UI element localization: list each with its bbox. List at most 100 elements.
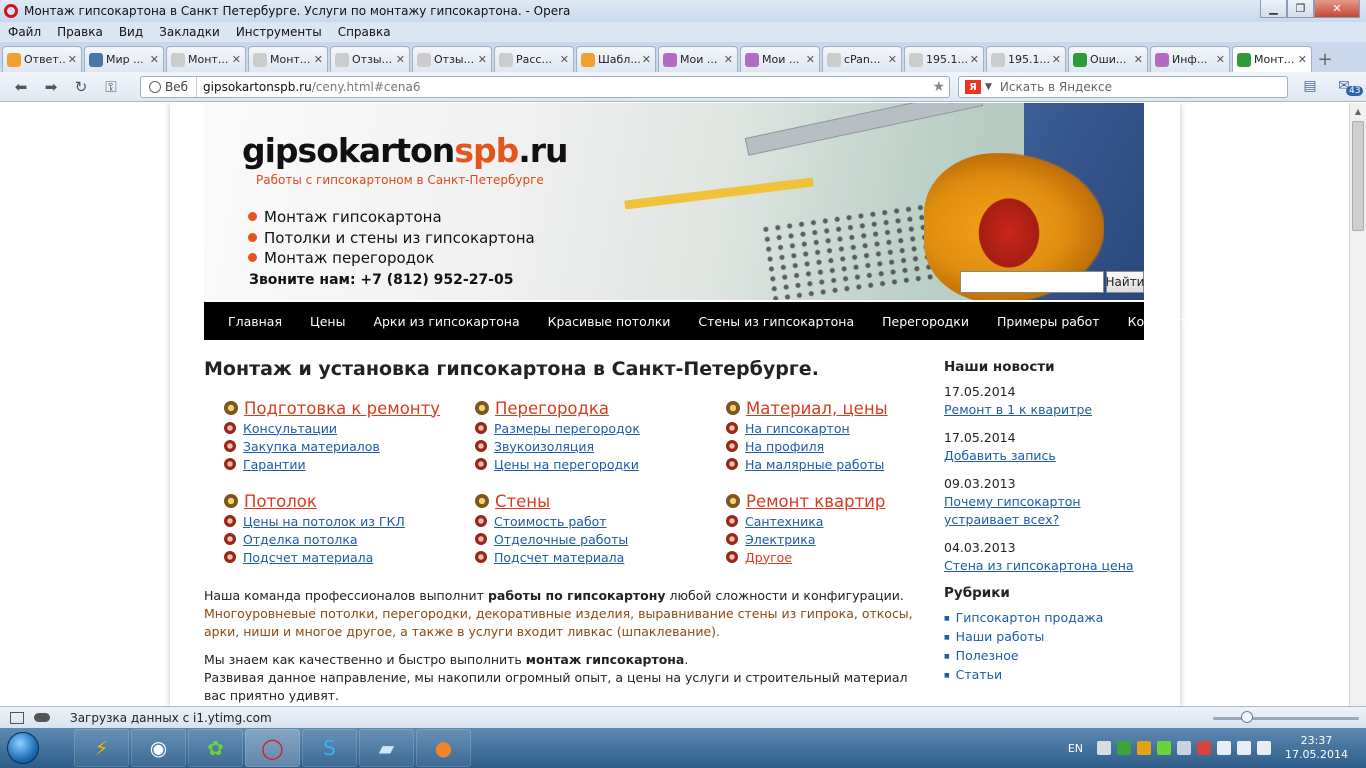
link-group-title[interactable]: Перегородка [475, 399, 715, 418]
site-logo[interactable]: gipsokartonspb.ru [242, 131, 569, 170]
browser-tab[interactable]: 195.1... ✕ [986, 46, 1066, 72]
firefox-icon[interactable]: ● [416, 729, 471, 767]
browser-tab[interactable]: 195.1... ✕ [904, 46, 984, 72]
rubric-link[interactable]: Полезное [944, 647, 1154, 666]
news-link[interactable]: Добавить запись [944, 447, 1154, 465]
tab-close-icon[interactable]: ✕ [396, 53, 405, 66]
network-icon[interactable] [1217, 741, 1232, 755]
nav-prices[interactable]: Цены [310, 314, 345, 329]
link-group-item[interactable]: Цены на потолок из ГКЛ [224, 512, 464, 530]
link-group-item[interactable]: Цены на перегородки [475, 455, 715, 473]
browser-tab[interactable]: Мир ... ✕ [84, 46, 164, 72]
nav-examples[interactable]: Примеры работ [997, 314, 1100, 329]
icq-icon[interactable]: ✿ [188, 729, 243, 767]
scrollbar-thumb[interactable] [1352, 121, 1364, 231]
menu-file[interactable]: Файл [8, 25, 41, 39]
link-group-title[interactable]: Стены [475, 492, 715, 511]
tab-close-icon[interactable]: ✕ [1134, 53, 1143, 66]
menu-tools[interactable]: Инструменты [236, 25, 322, 39]
nav-partitions[interactable]: Перегородки [882, 314, 969, 329]
chevron-down-icon[interactable]: ▼ [985, 82, 992, 92]
tray-shield-icon[interactable] [1137, 741, 1152, 755]
browser-tab[interactable]: Расс... ✕ [494, 46, 574, 72]
tab-close-icon[interactable]: ✕ [68, 53, 77, 66]
browser-tab[interactable]: Шабл... ✕ [576, 46, 656, 72]
browser-tab[interactable]: Отзы... ✕ [330, 46, 410, 72]
notepad-icon[interactable]: ▰ [359, 729, 414, 767]
close-button[interactable]: ✕ [1314, 0, 1360, 18]
link-group-item[interactable]: Закупка материалов [224, 437, 464, 455]
scroll-up-icon[interactable]: ▲ [1350, 103, 1366, 120]
link-group-item[interactable]: Подсчет материала [475, 548, 715, 566]
link-group-item[interactable]: Электрика [726, 530, 966, 548]
minimize-button[interactable]: ▁ [1260, 0, 1287, 18]
nav-contacts[interactable]: Контакты [1128, 314, 1192, 329]
tray-icq-icon[interactable] [1157, 741, 1172, 755]
media-icon[interactable]: ◉ [131, 729, 186, 767]
link-group-item[interactable]: Отделка потолка [224, 530, 464, 548]
tab-close-icon[interactable]: ✕ [970, 53, 979, 66]
browser-tab[interactable]: Инф... ✕ [1150, 46, 1230, 72]
link-group-item[interactable]: Звукоизоляция [475, 437, 715, 455]
browser-tab[interactable]: Монт... ✕ [1232, 46, 1312, 72]
browser-tab[interactable]: Мои ... ✕ [740, 46, 820, 72]
address-field[interactable]: Веб gipsokartonspb.ru /ceny.html#cena6 ★ [140, 76, 950, 98]
link-group-item[interactable]: Отделочные работы [475, 530, 715, 548]
browser-tab[interactable]: Мои ... ✕ [658, 46, 738, 72]
link-group-title[interactable]: Материал, цены [726, 399, 966, 418]
search-field[interactable]: Я ▼ Искать в Яндексе [958, 76, 1288, 98]
back-button[interactable]: ⬅ [8, 76, 34, 98]
nav-arches[interactable]: Арки из гипсокартона [373, 314, 519, 329]
link-group-title[interactable]: Ремонт квартир [726, 492, 966, 511]
tray-app-icon[interactable] [1097, 741, 1112, 755]
new-tab-button[interactable]: + [1314, 48, 1336, 70]
volume-icon[interactable] [1237, 741, 1252, 755]
menu-help[interactable]: Справка [338, 25, 391, 39]
site-search-button[interactable]: Найти [1106, 271, 1144, 293]
zoom-slider[interactable] [1213, 717, 1359, 720]
tab-close-icon[interactable]: ✕ [314, 53, 323, 66]
link-group-item[interactable]: Стоимость работ [475, 512, 715, 530]
nav-ceilings[interactable]: Красивые потолки [548, 314, 671, 329]
news-link[interactable]: Ремонт в 1 к кваритре [944, 401, 1154, 419]
start-button[interactable] [0, 728, 46, 768]
opera-icon[interactable]: ◯ [245, 729, 300, 767]
browser-tab[interactable]: Отзы... ✕ [412, 46, 492, 72]
tab-close-icon[interactable]: ✕ [478, 53, 487, 66]
page-scrollbar[interactable]: ▲ [1349, 103, 1366, 706]
cloud-icon[interactable] [34, 713, 50, 722]
browser-tab[interactable]: Ответ... ✕ [2, 46, 82, 72]
site-search-input[interactable] [960, 271, 1104, 293]
link-group-title[interactable]: Подготовка к ремонту [224, 399, 464, 418]
tab-close-icon[interactable]: ✕ [1216, 53, 1225, 66]
tab-close-icon[interactable]: ✕ [888, 53, 897, 66]
rubric-link[interactable]: Статьи [944, 666, 1154, 685]
browser-tab[interactable]: Монт... ✕ [166, 46, 246, 72]
web-mode-badge[interactable]: Веб [141, 77, 198, 97]
menu-bookmarks[interactable]: Закладки [159, 25, 220, 39]
link-group-item[interactable]: Сантехника [726, 512, 966, 530]
link-group-item[interactable]: Другое [726, 548, 966, 566]
tab-close-icon[interactable]: ✕ [1298, 53, 1307, 66]
bookmark-star-icon[interactable]: ★ [932, 79, 945, 95]
maximize-button[interactable]: ❐ [1287, 0, 1314, 18]
browser-tab[interactable]: Оши... ✕ [1068, 46, 1148, 72]
tab-close-icon[interactable]: ✕ [560, 53, 569, 66]
tab-close-icon[interactable]: ✕ [232, 53, 241, 66]
menu-view[interactable]: Вид [119, 25, 143, 39]
language-indicator[interactable]: EN [1068, 742, 1083, 755]
link-group-item[interactable]: На малярные работы [726, 455, 966, 473]
news-link[interactable]: Стена из гипсокартона цена [944, 557, 1154, 575]
link-group-item[interactable]: Гарантии [224, 455, 464, 473]
tray-check-icon[interactable] [1117, 741, 1132, 755]
key-icon[interactable]: ⚿ [98, 76, 124, 98]
panel-toggle-icon[interactable] [10, 711, 24, 724]
link-group-title[interactable]: Потолок [224, 492, 464, 511]
clock[interactable]: 23:37 17.05.2014 [1285, 734, 1348, 762]
power-icon[interactable] [1257, 741, 1272, 755]
rubric-link[interactable]: Гипсокартон продажа [944, 609, 1154, 628]
link-group-item[interactable]: На гипсокартон [726, 419, 966, 437]
browser-tab[interactable]: Монт... ✕ [248, 46, 328, 72]
nav-walls[interactable]: Стены из гипсокартона [698, 314, 854, 329]
reload-button[interactable]: ↻ [68, 76, 94, 98]
